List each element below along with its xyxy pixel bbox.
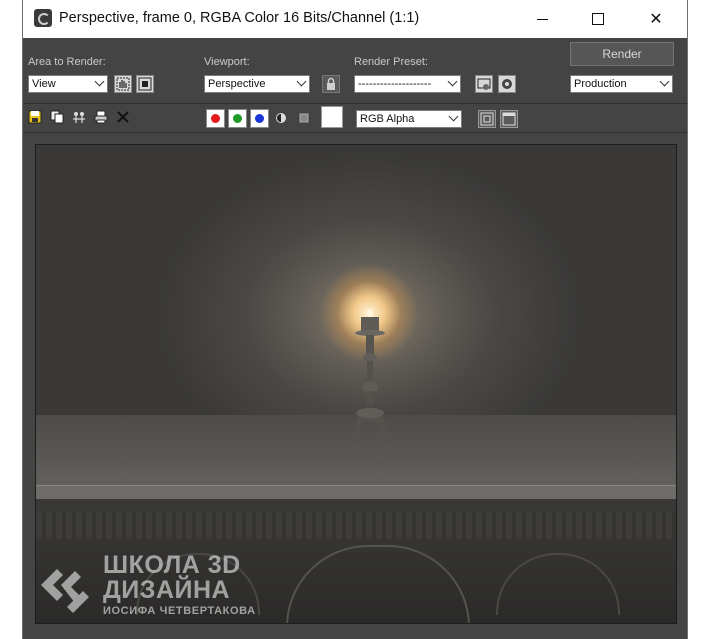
minimize-icon xyxy=(536,18,548,20)
alpha-channel-icon[interactable] xyxy=(275,112,287,124)
blue-channel-toggle[interactable] xyxy=(250,109,269,128)
viewport-label: Viewport: xyxy=(204,56,250,68)
rendered-mantel-edge xyxy=(36,485,676,500)
toggle-ui-button[interactable] xyxy=(500,110,518,128)
maximize-icon xyxy=(592,13,604,25)
area-to-render-dropdown[interactable]: View xyxy=(28,75,108,93)
overlay-icon xyxy=(480,112,494,126)
watermark-line-2: ДИЗАЙНА xyxy=(103,576,231,604)
school-logo-icon xyxy=(41,569,89,613)
render-frame-window: Perspective, frame 0, RGBA Color 16 Bits… xyxy=(22,0,688,639)
render-mode-dropdown[interactable]: Production xyxy=(570,75,673,93)
watermark-line-3: ИОСИФА ЧЕТВЕРТАКОВА xyxy=(103,605,256,617)
save-image-icon[interactable] xyxy=(28,110,42,124)
render-preset-value: -------------------- xyxy=(358,78,432,90)
app-logo-icon xyxy=(34,9,52,27)
school-watermark: ШКОЛА 3D ДИЗАЙНА ИОСИФА ЧЕТВЕРТАКОВА xyxy=(37,551,287,621)
green-channel-dot xyxy=(233,114,242,123)
window-title: Perspective, frame 0, RGBA Color 16 Bits… xyxy=(59,10,420,26)
toggle-ui-icon xyxy=(502,112,516,126)
close-button[interactable]: ✕ xyxy=(633,0,679,38)
render-preset-label: Render Preset: xyxy=(354,56,428,68)
viewport-dropdown[interactable]: Perspective xyxy=(204,75,310,93)
render-preset-dropdown[interactable]: -------------------- xyxy=(354,75,461,93)
render-mode-value: Production xyxy=(574,78,627,90)
viewport-value: Perspective xyxy=(208,78,266,90)
edit-region-button[interactable] xyxy=(114,75,132,93)
area-to-render-value: View xyxy=(32,78,56,90)
lock-icon xyxy=(327,77,335,90)
copy-image-icon[interactable] xyxy=(50,110,64,124)
monochrome-icon[interactable] xyxy=(298,112,310,124)
display-channel-dropdown[interactable]: RGB Alpha xyxy=(356,110,462,128)
render-button[interactable]: Render xyxy=(570,42,674,66)
maximize-button[interactable] xyxy=(575,0,621,38)
clone-frame-icon[interactable] xyxy=(72,110,86,124)
area-to-render-label: Area to Render: xyxy=(28,56,106,68)
green-channel-toggle[interactable] xyxy=(228,109,247,128)
auto-region-button[interactable] xyxy=(136,75,154,93)
teapot-settings-icon xyxy=(477,78,491,90)
print-image-icon[interactable] xyxy=(94,110,108,124)
title-bar[interactable]: Perspective, frame 0, RGBA Color 16 Bits… xyxy=(23,0,687,38)
color-swatch[interactable] xyxy=(321,106,343,128)
candlestick-image xyxy=(350,309,390,443)
environment-button[interactable] xyxy=(498,75,516,93)
close-icon: ✕ xyxy=(649,11,663,28)
environment-icon xyxy=(502,79,512,89)
toolbar-bottom-separator xyxy=(23,132,687,133)
blue-channel-dot xyxy=(255,114,264,123)
minimize-button[interactable] xyxy=(519,0,565,38)
hand-region-icon xyxy=(116,77,130,91)
display-channel-value: RGB Alpha xyxy=(360,113,415,125)
region-select-icon xyxy=(138,77,152,91)
toolbar-separator xyxy=(23,103,687,104)
rendered-molding xyxy=(36,511,676,539)
red-channel-dot xyxy=(211,114,220,123)
render-setup-button[interactable] xyxy=(475,75,493,93)
clear-image-icon[interactable] xyxy=(116,110,130,124)
lock-viewport-button[interactable] xyxy=(322,75,340,93)
toggle-ui-overlay-button[interactable] xyxy=(478,110,496,128)
red-channel-toggle[interactable] xyxy=(206,109,225,128)
